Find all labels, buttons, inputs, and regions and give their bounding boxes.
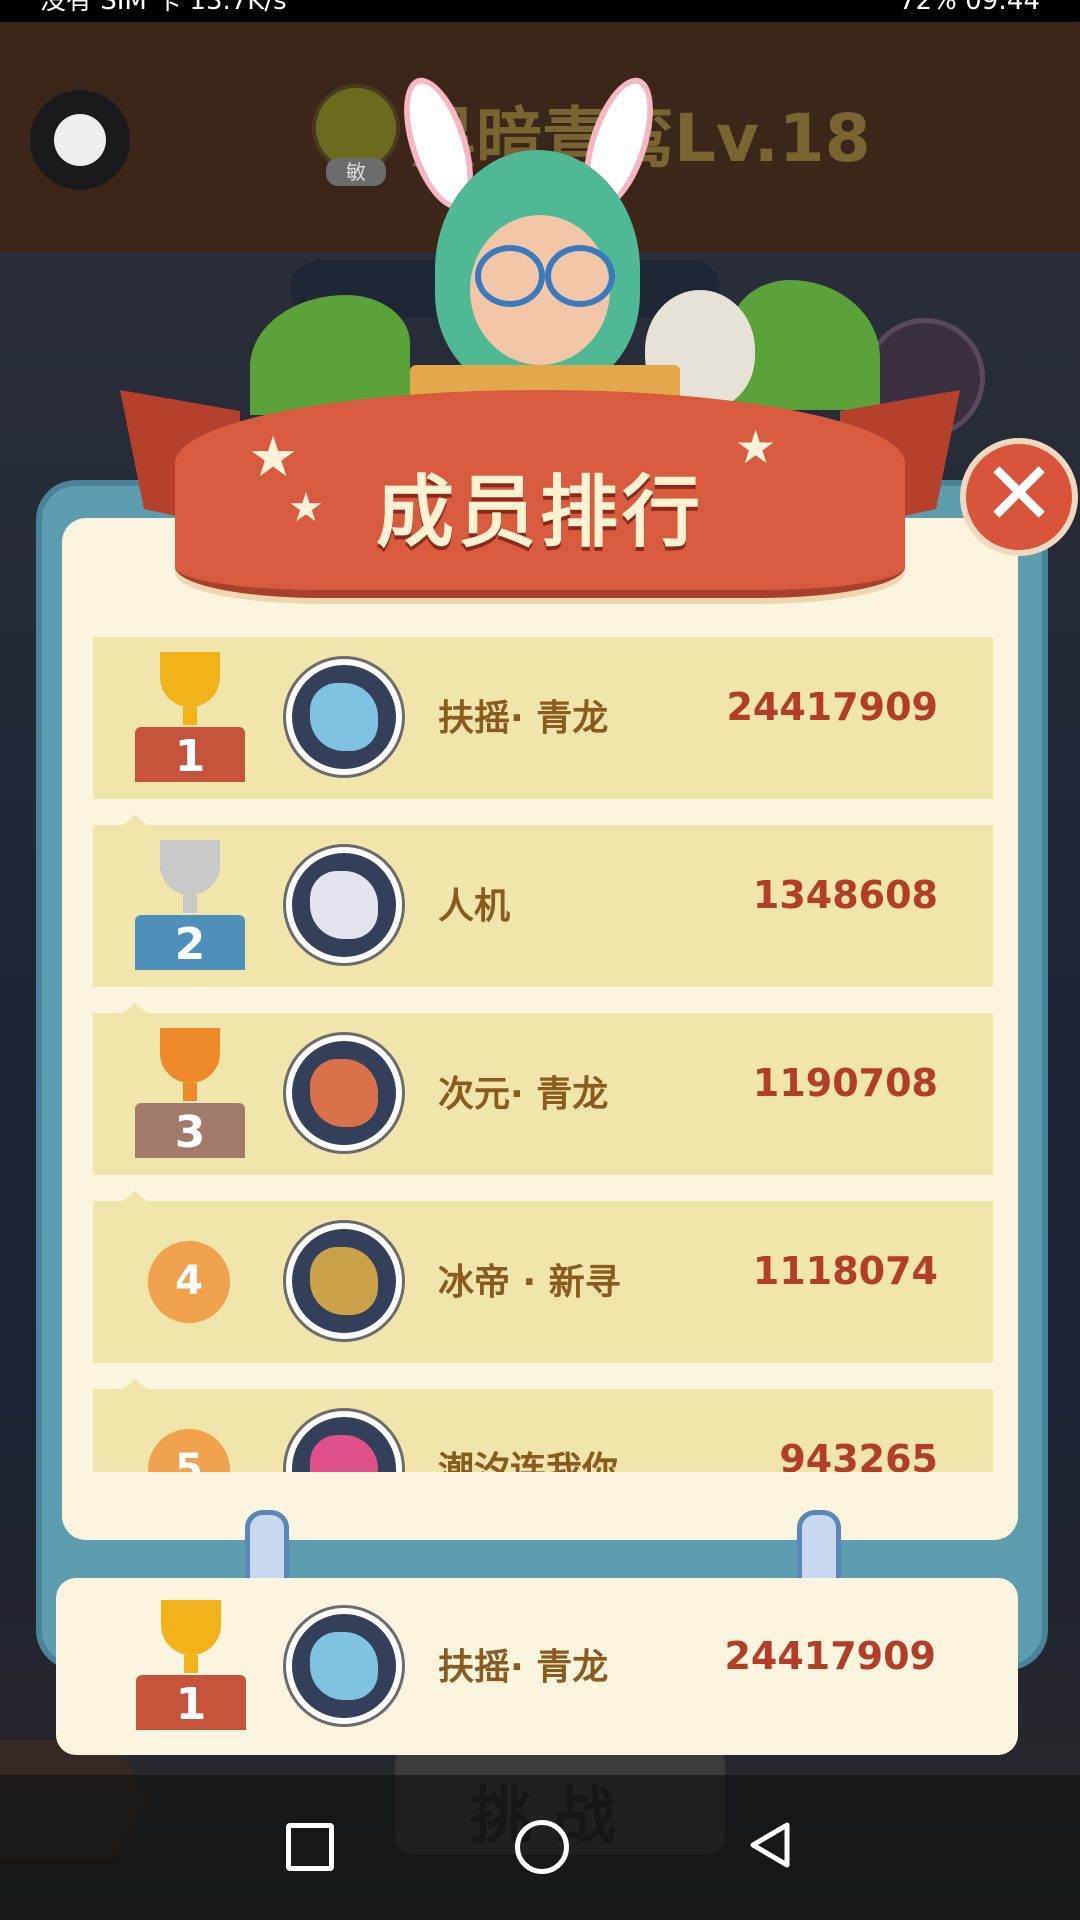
status-bar: 没有 SIM 卡 13.7K/s 72% 09:44 bbox=[0, 0, 1080, 22]
member-score: 1118074 bbox=[752, 1249, 938, 1293]
glasses-icon bbox=[545, 245, 615, 307]
rank-number: 5 bbox=[148, 1429, 230, 1472]
avatar bbox=[286, 1223, 402, 1339]
ranking-list[interactable]: 1 扶摇· 青龙 24417909 2 人机 1348608 3 次元· 青龙 … bbox=[93, 637, 993, 1472]
avatar bbox=[286, 847, 402, 963]
assistive-touch-button[interactable] bbox=[54, 114, 106, 166]
member-name: 人机 bbox=[438, 886, 511, 927]
status-right-text: 72% 09:44 bbox=[899, 0, 1040, 16]
rank-number: 1 bbox=[135, 727, 245, 782]
status-left-text: 没有 SIM 卡 13.7K/s bbox=[40, 0, 287, 16]
avatar bbox=[286, 659, 402, 775]
member-name: 冰帝 · 新寻 bbox=[438, 1262, 621, 1303]
member-score: 1348608 bbox=[752, 873, 938, 917]
avatar bbox=[286, 1035, 402, 1151]
rank-number: 3 bbox=[135, 1103, 245, 1158]
member-name: 次元· 青龙 bbox=[438, 1074, 609, 1115]
ranking-row[interactable]: 2 人机 1348608 bbox=[93, 815, 993, 987]
background-level-badge: 敏 bbox=[312, 84, 400, 186]
my-name: 扶摇· 青龙 bbox=[438, 1647, 609, 1688]
my-rank-number: 1 bbox=[136, 1675, 246, 1730]
gold-trophy-icon: 1 bbox=[136, 1600, 246, 1730]
my-avatar bbox=[286, 1608, 402, 1724]
avatar bbox=[286, 1411, 402, 1472]
background-level-badge-label: 敏 bbox=[326, 158, 386, 186]
close-button[interactable]: ✕ bbox=[960, 438, 1078, 556]
rank-number: 2 bbox=[135, 915, 245, 970]
rank-number: 4 bbox=[148, 1241, 230, 1323]
member-score: 1190708 bbox=[752, 1061, 938, 1105]
circle-icon[interactable] bbox=[515, 1820, 569, 1874]
square-icon[interactable] bbox=[286, 1823, 334, 1871]
my-score: 24417909 bbox=[724, 1634, 936, 1678]
gold-trophy-icon: 1 bbox=[135, 652, 245, 782]
ranking-row[interactable]: 3 次元· 青龙 1190708 bbox=[93, 1003, 993, 1175]
ranking-row[interactable]: 5 潮汐连我你 943265 bbox=[93, 1379, 993, 1472]
member-name: 扶摇· 青龙 bbox=[438, 698, 609, 739]
triangle-back-icon[interactable] bbox=[745, 1820, 795, 1870]
ranking-row[interactable]: 4 冰帝 · 新寻 1118074 bbox=[93, 1191, 993, 1363]
bronze-trophy-icon: 3 bbox=[135, 1028, 245, 1158]
member-score: 24417909 bbox=[726, 685, 938, 729]
close-icon: ✕ bbox=[982, 442, 1056, 545]
member-score: 943265 bbox=[779, 1437, 938, 1472]
member-name: 潮汐连我你 bbox=[438, 1450, 619, 1472]
my-ranking-row: 1 扶摇· 青龙 24417909 bbox=[56, 1578, 1018, 1755]
dialog-title: 成员排行 bbox=[375, 468, 704, 558]
glasses-icon bbox=[475, 245, 545, 307]
silver-trophy-icon: 2 bbox=[135, 840, 245, 970]
ranking-row[interactable]: 1 扶摇· 青龙 24417909 bbox=[93, 637, 993, 799]
